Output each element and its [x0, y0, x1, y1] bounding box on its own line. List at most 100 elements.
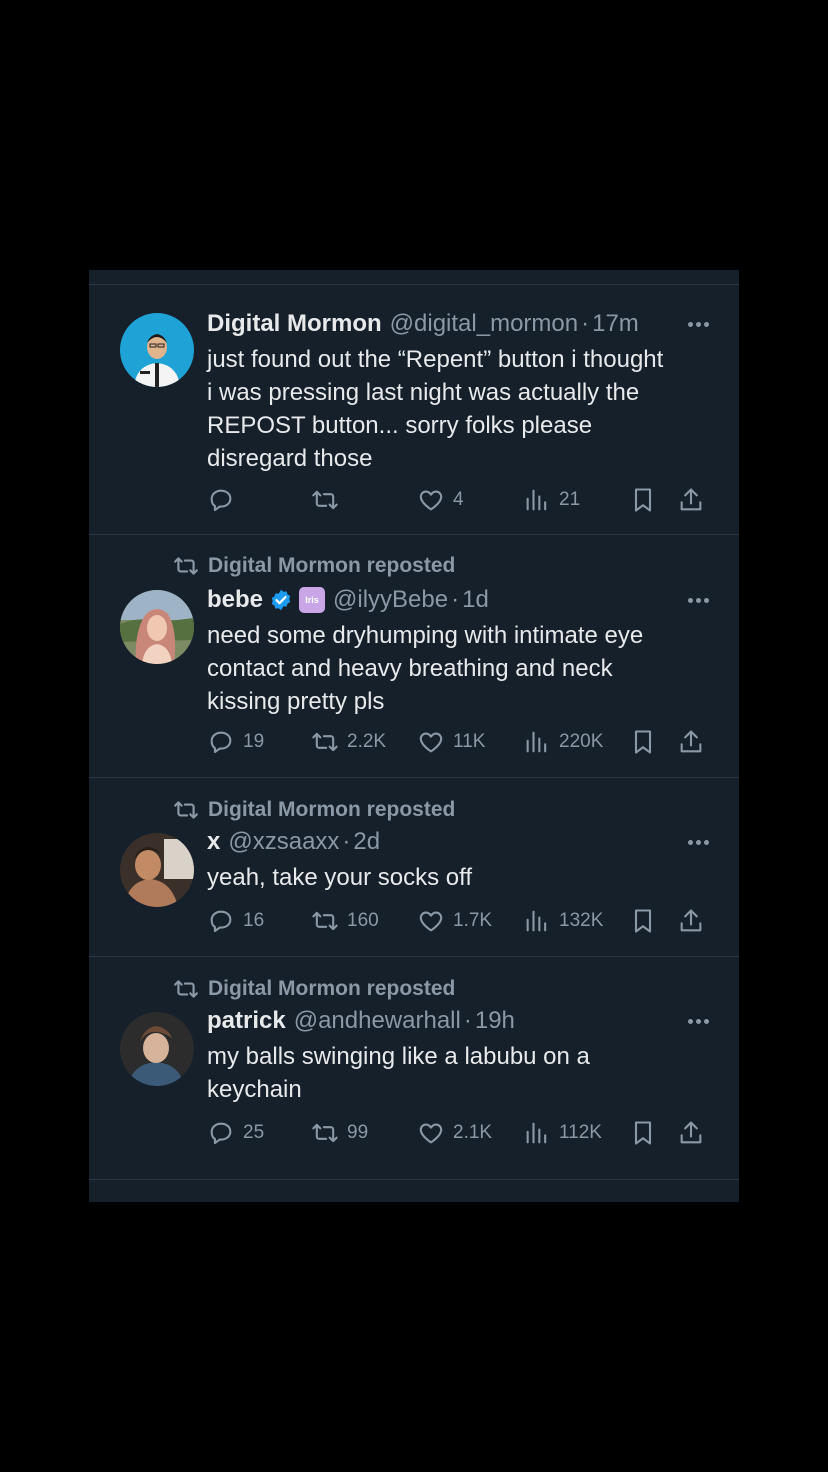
- handle[interactable]: @andhewarhall: [294, 1007, 461, 1035]
- view-count: 220K: [559, 731, 604, 752]
- share-button[interactable]: [677, 483, 713, 517]
- avatar[interactable]: [120, 313, 194, 387]
- repost-button[interactable]: 2.2K: [311, 725, 386, 759]
- repost-button[interactable]: 160: [311, 904, 379, 938]
- avatar[interactable]: [120, 833, 194, 907]
- more-options-icon[interactable]: [685, 583, 709, 617]
- reply-button[interactable]: 16: [207, 904, 264, 938]
- repost-context-label[interactable]: Digital Mormon reposted: [208, 977, 455, 1001]
- tweet-header: patrick @andhewarhall · 19h: [207, 1004, 709, 1038]
- repost-icon: [312, 1123, 338, 1143]
- like-button[interactable]: 4: [417, 483, 464, 517]
- like-button[interactable]: 1.7K: [417, 904, 492, 938]
- repost-icon: [312, 911, 338, 931]
- more-options-icon[interactable]: [685, 307, 709, 341]
- timestamp[interactable]: 2d: [353, 828, 380, 856]
- reply-button[interactable]: [207, 483, 243, 517]
- repost-context: Digital Mormon reposted: [173, 552, 455, 580]
- like-count: 11K: [453, 731, 486, 752]
- bookmark-icon: [634, 730, 652, 754]
- tweet-text-line: my balls swinging like a labubu on a: [207, 1043, 590, 1070]
- view-count: 132K: [559, 910, 604, 931]
- views-button[interactable]: 132K: [523, 904, 603, 938]
- handle[interactable]: @ilyyBebe: [333, 586, 448, 614]
- repost-count: 2.2K: [347, 731, 387, 752]
- repost-icon: [312, 490, 338, 510]
- views-button[interactable]: 112K: [523, 1116, 602, 1150]
- share-icon: [680, 730, 702, 753]
- like-button[interactable]: 2.1K: [417, 1116, 492, 1150]
- reply-icon: [210, 731, 232, 754]
- views-icon: [526, 910, 547, 932]
- share-button[interactable]: [677, 725, 713, 759]
- bookmark-button[interactable]: [629, 725, 665, 759]
- reply-button[interactable]: 19: [207, 725, 264, 759]
- tweet-text-line: disregard those: [207, 445, 373, 472]
- handle[interactable]: @digital_mormon: [390, 310, 578, 338]
- tweet-card[interactable]: Digital Mormon reposted bebe Iris @ilyyB…: [89, 535, 739, 778]
- repost-count: 160: [347, 910, 379, 931]
- tweet-text-line: need some dryhumping with intimate eye: [207, 622, 644, 649]
- tweet-text: my balls swinging like a labubu on a key…: [207, 1040, 709, 1106]
- bookmark-button[interactable]: [629, 1116, 665, 1150]
- repost-context: Digital Mormon reposted: [173, 796, 455, 824]
- tweet-header: Digital Mormon @digital_mormon · 17m: [207, 307, 709, 341]
- avatar[interactable]: [120, 1012, 194, 1086]
- tweet-text: yeah, take your socks off: [207, 861, 709, 894]
- timestamp[interactable]: 17m: [592, 310, 639, 338]
- tweet-text-line: yeah, take your socks off: [207, 864, 473, 891]
- repost-button[interactable]: 99: [311, 1116, 368, 1150]
- reply-button[interactable]: 25: [207, 1116, 264, 1150]
- repost-context-label[interactable]: Digital Mormon reposted: [208, 798, 455, 822]
- timestamp[interactable]: 1d: [462, 586, 489, 614]
- separator: ·: [581, 310, 590, 337]
- tweet-text-line: contact and heavy breathing and neck: [207, 655, 613, 682]
- reply-icon: [210, 489, 232, 512]
- views-icon: [526, 489, 547, 511]
- views-button[interactable]: 21: [523, 483, 580, 517]
- like-button[interactable]: 11K: [417, 725, 485, 759]
- timestamp[interactable]: 19h: [475, 1007, 515, 1035]
- repost-icon: [174, 801, 198, 819]
- bookmark-icon: [634, 488, 652, 512]
- repost-context: Digital Mormon reposted: [173, 975, 455, 1003]
- repost-icon: [312, 732, 338, 752]
- views-icon: [526, 731, 547, 753]
- avatar[interactable]: [120, 590, 194, 664]
- reply-icon: [210, 910, 232, 933]
- share-button[interactable]: [677, 904, 713, 938]
- display-name[interactable]: Digital Mormon: [207, 310, 382, 338]
- tweet-text: just found out the “Repent” button i tho…: [207, 343, 709, 475]
- separator: ·: [451, 586, 460, 613]
- more-options-icon[interactable]: [685, 1004, 709, 1038]
- verified-badge-icon: [271, 589, 291, 611]
- reply-count: 19: [243, 731, 265, 752]
- tweet-card[interactable]: Digital Mormon @digital_mormon · 17m jus…: [89, 285, 739, 535]
- like-count: 1.7K: [453, 910, 493, 931]
- display-name[interactable]: patrick: [207, 1007, 286, 1035]
- heart-icon: [419, 1123, 443, 1144]
- more-options-icon[interactable]: [685, 825, 709, 859]
- tweet-actions: 16 160 1.7K 132K: [207, 904, 707, 938]
- display-name[interactable]: bebe: [207, 586, 263, 614]
- repost-icon: [174, 980, 198, 998]
- bookmark-button[interactable]: [629, 904, 665, 938]
- bookmark-button[interactable]: [629, 483, 665, 517]
- tweet-text-line: just found out the “Repent” button i tho…: [207, 346, 664, 373]
- tweet-text-line: REPOST button... sorry folks please: [207, 412, 593, 439]
- tweet-card[interactable]: Digital Mormon reposted x @xzsaaxx · 2d …: [89, 778, 739, 957]
- separator: ·: [342, 828, 351, 855]
- tweet-text-line: kissing pretty pls: [207, 688, 385, 715]
- view-count: 112K: [559, 1122, 602, 1143]
- like-count: 4: [453, 489, 464, 510]
- tweet-card[interactable]: Digital Mormon reposted patrick @andhewa…: [89, 957, 739, 1180]
- share-button[interactable]: [677, 1116, 713, 1150]
- repost-context-label[interactable]: Digital Mormon reposted: [208, 554, 455, 578]
- tweet-text-line: keychain: [207, 1076, 302, 1103]
- views-button[interactable]: 220K: [523, 725, 603, 759]
- affiliate-badge-icon[interactable]: Iris: [299, 587, 326, 613]
- handle[interactable]: @xzsaaxx: [228, 828, 339, 856]
- display-name[interactable]: x: [207, 828, 220, 856]
- share-icon: [680, 488, 702, 511]
- repost-button[interactable]: [311, 483, 347, 517]
